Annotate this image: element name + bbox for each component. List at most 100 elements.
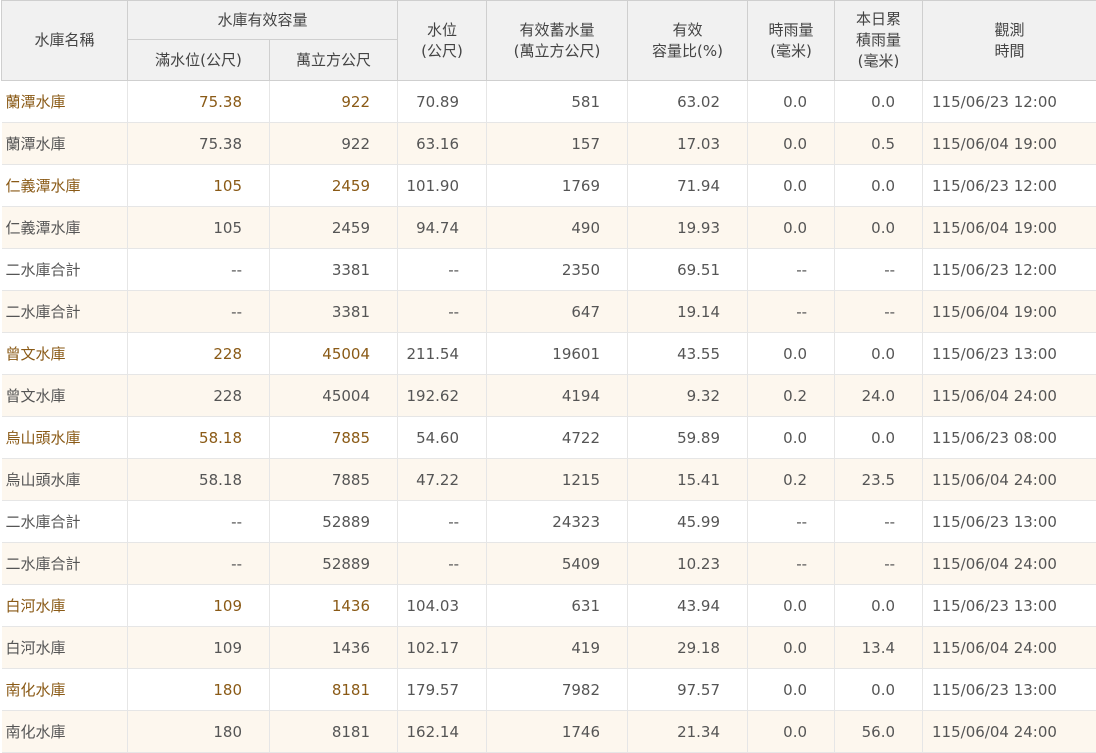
table-row: 曾文水庫22845004192.6241949.320.224.0115/06/… bbox=[2, 375, 1096, 417]
cell-water-level: 101.90 bbox=[398, 165, 487, 207]
cell-reservoir-name: 二水庫合計 bbox=[2, 291, 128, 333]
cell-capacity: 52889 bbox=[270, 501, 398, 543]
cell-reservoir-name[interactable]: 蘭潭水庫 bbox=[2, 81, 128, 123]
table-header: 水庫名稱 水庫有效容量 水位(公尺) 有效蓄水量(萬立方公尺) 有效容量比(%)… bbox=[2, 1, 1096, 81]
cell-water-level: 70.89 bbox=[398, 81, 487, 123]
col-header-full-level: 滿水位(公尺) bbox=[128, 40, 270, 81]
cell-ratio: 17.03 bbox=[628, 123, 748, 165]
cell-hourly-rain: 0.0 bbox=[748, 627, 835, 669]
cell-storage: 1215 bbox=[487, 459, 628, 501]
cell-storage: 2350 bbox=[487, 249, 628, 291]
cell-full-level: 58.18 bbox=[128, 417, 270, 459]
cell-daily-rain: 13.4 bbox=[835, 627, 923, 669]
table-body: 蘭潭水庫75.3892270.8958163.020.00.0115/06/23… bbox=[2, 81, 1096, 753]
cell-capacity: 8181 bbox=[270, 669, 398, 711]
cell-hourly-rain: 0.0 bbox=[748, 81, 835, 123]
col-header-hourly-rain: 時雨量(毫米) bbox=[748, 1, 835, 81]
cell-daily-rain: 23.5 bbox=[835, 459, 923, 501]
cell-water-level: 162.14 bbox=[398, 711, 487, 753]
cell-capacity: 8181 bbox=[270, 711, 398, 753]
cell-storage: 7982 bbox=[487, 669, 628, 711]
cell-observation-time: 115/06/04 24:00 bbox=[923, 711, 1096, 753]
cell-daily-rain: 0.0 bbox=[835, 165, 923, 207]
cell-hourly-rain: -- bbox=[748, 249, 835, 291]
table-row: 二水庫合計--52889--2432345.99----115/06/23 13… bbox=[2, 501, 1096, 543]
cell-capacity: 1436 bbox=[270, 627, 398, 669]
cell-water-level: 211.54 bbox=[398, 333, 487, 375]
cell-storage: 419 bbox=[487, 627, 628, 669]
cell-storage: 19601 bbox=[487, 333, 628, 375]
col-header-ratio: 有效容量比(%) bbox=[628, 1, 748, 81]
table-row: 仁義潭水庫1052459101.90176971.940.00.0115/06/… bbox=[2, 165, 1096, 207]
cell-water-level: -- bbox=[398, 501, 487, 543]
cell-daily-rain: 0.0 bbox=[835, 81, 923, 123]
col-header-daily-rain: 本日累積雨量(毫米) bbox=[835, 1, 923, 81]
cell-hourly-rain: 0.0 bbox=[748, 711, 835, 753]
cell-storage: 647 bbox=[487, 291, 628, 333]
cell-ratio: 97.57 bbox=[628, 669, 748, 711]
cell-reservoir-name: 二水庫合計 bbox=[2, 501, 128, 543]
cell-daily-rain: 0.0 bbox=[835, 669, 923, 711]
cell-observation-time: 115/06/04 19:00 bbox=[923, 123, 1096, 165]
cell-water-level: 104.03 bbox=[398, 585, 487, 627]
cell-ratio: 19.93 bbox=[628, 207, 748, 249]
cell-water-level: 179.57 bbox=[398, 669, 487, 711]
cell-reservoir-name[interactable]: 仁義潭水庫 bbox=[2, 165, 128, 207]
cell-daily-rain: -- bbox=[835, 249, 923, 291]
cell-reservoir-name[interactable]: 烏山頭水庫 bbox=[2, 417, 128, 459]
cell-ratio: 59.89 bbox=[628, 417, 748, 459]
cell-reservoir-name: 曾文水庫 bbox=[2, 375, 128, 417]
cell-water-level: -- bbox=[398, 543, 487, 585]
cell-storage: 1769 bbox=[487, 165, 628, 207]
cell-reservoir-name: 仁義潭水庫 bbox=[2, 207, 128, 249]
cell-hourly-rain: -- bbox=[748, 543, 835, 585]
cell-reservoir-name[interactable]: 白河水庫 bbox=[2, 585, 128, 627]
cell-full-level: 228 bbox=[128, 333, 270, 375]
cell-ratio: 21.34 bbox=[628, 711, 748, 753]
cell-capacity: 7885 bbox=[270, 417, 398, 459]
cell-capacity: 45004 bbox=[270, 375, 398, 417]
cell-ratio: 63.02 bbox=[628, 81, 748, 123]
cell-water-level: 63.16 bbox=[398, 123, 487, 165]
cell-water-level: 54.60 bbox=[398, 417, 487, 459]
cell-water-level: 192.62 bbox=[398, 375, 487, 417]
cell-hourly-rain: 0.0 bbox=[748, 123, 835, 165]
cell-ratio: 43.55 bbox=[628, 333, 748, 375]
cell-capacity: 3381 bbox=[270, 291, 398, 333]
cell-capacity: 52889 bbox=[270, 543, 398, 585]
cell-reservoir-name[interactable]: 南化水庫 bbox=[2, 669, 128, 711]
cell-reservoir-name: 南化水庫 bbox=[2, 711, 128, 753]
table-row: 烏山頭水庫58.18788547.22121515.410.223.5115/0… bbox=[2, 459, 1096, 501]
cell-observation-time: 115/06/04 24:00 bbox=[923, 627, 1096, 669]
cell-full-level: 75.38 bbox=[128, 81, 270, 123]
cell-ratio: 10.23 bbox=[628, 543, 748, 585]
cell-full-level: -- bbox=[128, 291, 270, 333]
cell-full-level: 105 bbox=[128, 207, 270, 249]
cell-daily-rain: 0.0 bbox=[835, 417, 923, 459]
cell-reservoir-name[interactable]: 曾文水庫 bbox=[2, 333, 128, 375]
cell-hourly-rain: 0.0 bbox=[748, 417, 835, 459]
col-header-storage: 有效蓄水量(萬立方公尺) bbox=[487, 1, 628, 81]
cell-full-level: 75.38 bbox=[128, 123, 270, 165]
table-row: 白河水庫1091436104.0363143.940.00.0115/06/23… bbox=[2, 585, 1096, 627]
cell-reservoir-name: 二水庫合計 bbox=[2, 543, 128, 585]
cell-observation-time: 115/06/23 12:00 bbox=[923, 81, 1096, 123]
cell-daily-rain: -- bbox=[835, 291, 923, 333]
cell-observation-time: 115/06/23 12:00 bbox=[923, 165, 1096, 207]
cell-reservoir-name: 蘭潭水庫 bbox=[2, 123, 128, 165]
cell-daily-rain: 0.5 bbox=[835, 123, 923, 165]
col-header-level: 水位(公尺) bbox=[398, 1, 487, 81]
cell-ratio: 43.94 bbox=[628, 585, 748, 627]
col-header-time: 觀測時間 bbox=[923, 1, 1096, 81]
table-row: 南化水庫1808181179.57798297.570.00.0115/06/2… bbox=[2, 669, 1096, 711]
cell-capacity: 922 bbox=[270, 81, 398, 123]
cell-full-level: 180 bbox=[128, 669, 270, 711]
cell-storage: 631 bbox=[487, 585, 628, 627]
cell-hourly-rain: 0.0 bbox=[748, 207, 835, 249]
cell-reservoir-name: 白河水庫 bbox=[2, 627, 128, 669]
cell-capacity: 922 bbox=[270, 123, 398, 165]
cell-storage: 581 bbox=[487, 81, 628, 123]
cell-observation-time: 115/06/04 24:00 bbox=[923, 543, 1096, 585]
cell-observation-time: 115/06/04 19:00 bbox=[923, 207, 1096, 249]
cell-full-level: 109 bbox=[128, 585, 270, 627]
